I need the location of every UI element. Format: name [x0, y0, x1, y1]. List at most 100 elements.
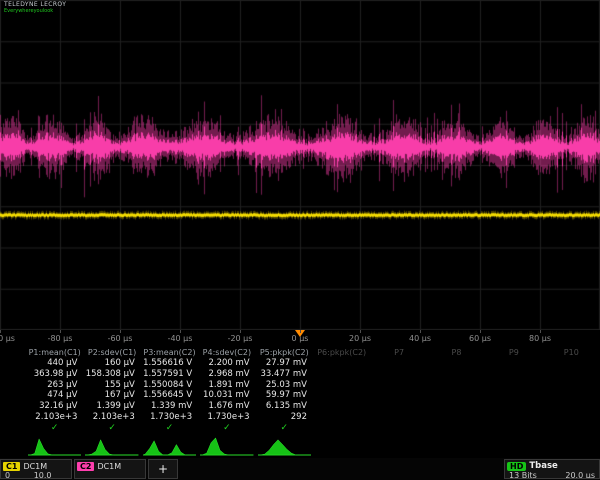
time-axis-label: 20 µs: [349, 334, 371, 343]
measurement-value: [313, 358, 370, 369]
measurement-row: 363.98 µV158.308 µV1.557591 V2.968 mV33.…: [26, 369, 600, 380]
histicon-chart[interactable]: [28, 432, 81, 458]
time-axis-label: -20 µs: [228, 334, 253, 343]
channel1-coupling: DC1M: [23, 462, 47, 471]
timebase-descriptor[interactable]: HD Tbase 13 Bits 20.0 µs: [504, 459, 600, 479]
measurement-row: 32.16 µV1.399 µV1.339 mV1.676 mV6.135 mV: [26, 401, 600, 412]
time-axis-label: 0 µs: [292, 334, 309, 343]
measurement-value: [485, 380, 542, 391]
time-axis-tick: [60, 330, 61, 333]
measurement-value: [428, 358, 485, 369]
measurement-value: 2.103e+3: [26, 412, 83, 423]
measurement-value: 32.16 µV: [26, 401, 83, 412]
measurement-value: [370, 358, 427, 369]
measurement-value: 27.97 mV: [256, 358, 313, 369]
time-axis: -100 µs-80 µs-60 µs-40 µs-20 µs0 µs20 µs…: [0, 330, 600, 347]
measurement-value: [313, 412, 370, 423]
measurement-value: 474 µV: [26, 390, 83, 401]
measurement-value: 158.308 µV: [83, 369, 140, 380]
measurement-value: [370, 401, 427, 412]
measurement-header-p2[interactable]: P2:sdev(C1): [83, 347, 140, 358]
time-axis-label: 40 µs: [409, 334, 431, 343]
measurement-header-p10[interactable]: P10: [543, 347, 600, 358]
channel2-coupling: DC1M: [97, 462, 121, 471]
measurement-value: 1.676 mV: [198, 401, 255, 412]
plus-icon: +: [158, 462, 168, 476]
channel1-scale: 10.0 mV: [34, 471, 67, 479]
measurement-value: [485, 401, 542, 412]
measurement-value: 1.557591 V: [141, 369, 198, 380]
measurement-value: 1.556645 V: [141, 390, 198, 401]
measurement-table: P1:mean(C1)P2:sdev(C1)P3:mean(C2)P4:sdev…: [26, 347, 600, 434]
measurement-value: 1.730e+3: [141, 412, 198, 423]
measurement-header-p5[interactable]: P5:pkpk(C2): [256, 347, 313, 358]
measurement-value: [543, 358, 600, 369]
channel1-descriptor[interactable]: C1 DC1M 0 mV 10.0 mV: [0, 459, 72, 479]
measurement-value: 33.477 mV: [256, 369, 313, 380]
hd-badge[interactable]: HD: [507, 462, 526, 471]
channel2-descriptor[interactable]: C2 DC1M: [74, 459, 146, 479]
measurement-header-p6[interactable]: P6:pkpk(C2): [313, 347, 370, 358]
measurement-value: 25.03 mV: [256, 380, 313, 391]
descriptor-bar: C1 DC1M 0 mV 10.0 mV C2 DC1M + HD Tbase: [0, 458, 600, 480]
measurement-value: 59.97 mV: [256, 390, 313, 401]
measurement-value: 1.556616 V: [141, 358, 198, 369]
waveform-canvas[interactable]: [0, 0, 600, 330]
time-axis-label: -40 µs: [168, 334, 193, 343]
measurement-value: [428, 401, 485, 412]
measurement-header-p7[interactable]: P7: [370, 347, 427, 358]
measurement-header-p9[interactable]: P9: [485, 347, 542, 358]
measurement-row: 474 µV167 µV1.556645 V10.031 mV59.97 mV: [26, 390, 600, 401]
measurement-row: 2.103e+32.103e+31.730e+31.730e+3292: [26, 412, 600, 423]
measurement-value: [313, 401, 370, 412]
time-axis-tick: [480, 330, 481, 333]
measurement-row: 440 µV160 µV1.556616 V2.200 mV27.97 mV: [26, 358, 600, 369]
histicon-chart[interactable]: [200, 432, 253, 458]
time-axis-label: -80 µs: [48, 334, 73, 343]
measurement-header-p3[interactable]: P3:mean(C2): [141, 347, 198, 358]
measurement-value: [313, 390, 370, 401]
measurement-value: [370, 369, 427, 380]
measurement-value: [543, 390, 600, 401]
channel1-offset: 0 mV: [5, 471, 26, 479]
measurement-value: [370, 390, 427, 401]
histicon-chart[interactable]: [143, 432, 196, 458]
measurement-value: [543, 380, 600, 391]
waveform-display[interactable]: TELEDYNE LECROY Everywhereyoulook: [0, 0, 600, 330]
measurement-value: 292: [256, 412, 313, 423]
measurement-value: [485, 358, 542, 369]
measurement-value: [428, 390, 485, 401]
measurement-value: 2.968 mV: [198, 369, 255, 380]
measurement-value: [370, 380, 427, 391]
measurement-header-p4[interactable]: P4:sdev(C2): [198, 347, 255, 358]
time-axis-tick: [240, 330, 241, 333]
oscilloscope-app: TELEDYNE LECROY Everywhereyoulook -100 µ…: [0, 0, 600, 480]
measurement-value: [543, 369, 600, 380]
measurement-value: 1.399 µV: [83, 401, 140, 412]
measurement-value: 10.031 mV: [198, 390, 255, 401]
measurement-value: [428, 380, 485, 391]
time-axis-tick: [120, 330, 121, 333]
measurement-value: [313, 380, 370, 391]
measurement-value: 1.550084 V: [141, 380, 198, 391]
channel1-tab[interactable]: C1: [3, 462, 20, 471]
measurement-header-p1[interactable]: P1:mean(C1): [26, 347, 83, 358]
timebase-label: Tbase: [529, 461, 557, 471]
measurement-value: [485, 412, 542, 423]
measurement-value: 1.339 mV: [141, 401, 198, 412]
measurement-histicons: [26, 432, 600, 458]
channel2-tab[interactable]: C2: [77, 462, 94, 471]
histicon-chart[interactable]: [85, 432, 138, 458]
measurement-value: [543, 412, 600, 423]
measurement-value: [485, 369, 542, 380]
brand-logo-line2: Everywhereyoulook: [4, 9, 66, 15]
time-axis-tick: [180, 330, 181, 333]
measurement-value: 1.730e+3: [198, 412, 255, 423]
add-trace-button[interactable]: +: [148, 459, 178, 479]
brand-logo: TELEDYNE LECROY Everywhereyoulook: [4, 2, 66, 15]
time-axis-tick: [360, 330, 361, 333]
histicon-chart[interactable]: [258, 432, 311, 458]
time-axis-label: -60 µs: [108, 334, 133, 343]
measurement-header-p8[interactable]: P8: [428, 347, 485, 358]
timebase-bits: 13 Bits: [509, 471, 537, 479]
